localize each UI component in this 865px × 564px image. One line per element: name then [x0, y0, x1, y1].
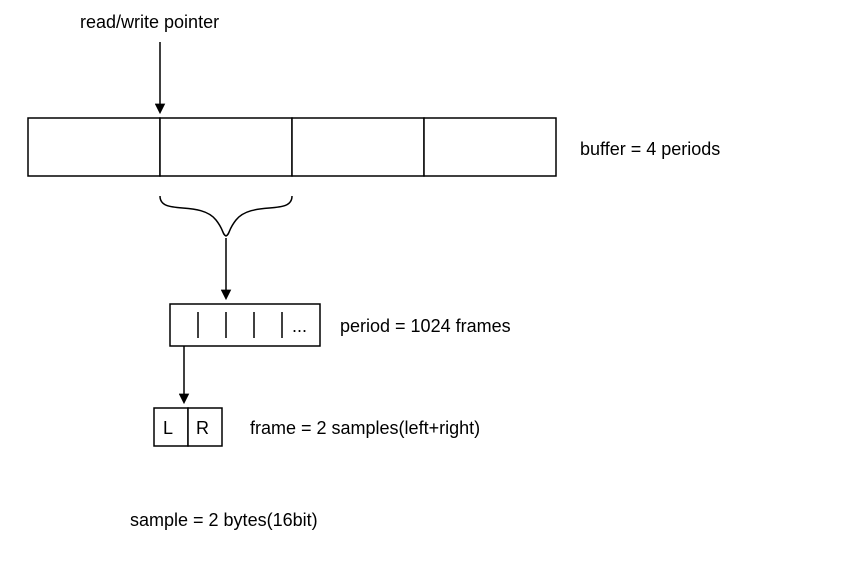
- buffer-period-3: [424, 118, 556, 176]
- audio-buffer-diagram: read/write pointer buffer = 4 periods ..…: [0, 0, 865, 564]
- buffer-period-0: [28, 118, 160, 176]
- frame-label: frame = 2 samples(left+right): [250, 418, 480, 438]
- buffer-period-2: [292, 118, 424, 176]
- buffer-row: [28, 118, 556, 176]
- frame-box: L R: [154, 408, 222, 446]
- sample-label: sample = 2 bytes(16bit): [130, 510, 318, 530]
- period-ellipsis: ...: [292, 316, 307, 336]
- buffer-period-1: [160, 118, 292, 176]
- brace: [160, 196, 292, 236]
- frame-left-text: L: [163, 418, 173, 438]
- buffer-label: buffer = 4 periods: [580, 139, 720, 159]
- frame-right-text: R: [196, 418, 209, 438]
- period-label: period = 1024 frames: [340, 316, 511, 336]
- pointer-label: read/write pointer: [80, 12, 219, 32]
- period-box: ...: [170, 304, 320, 346]
